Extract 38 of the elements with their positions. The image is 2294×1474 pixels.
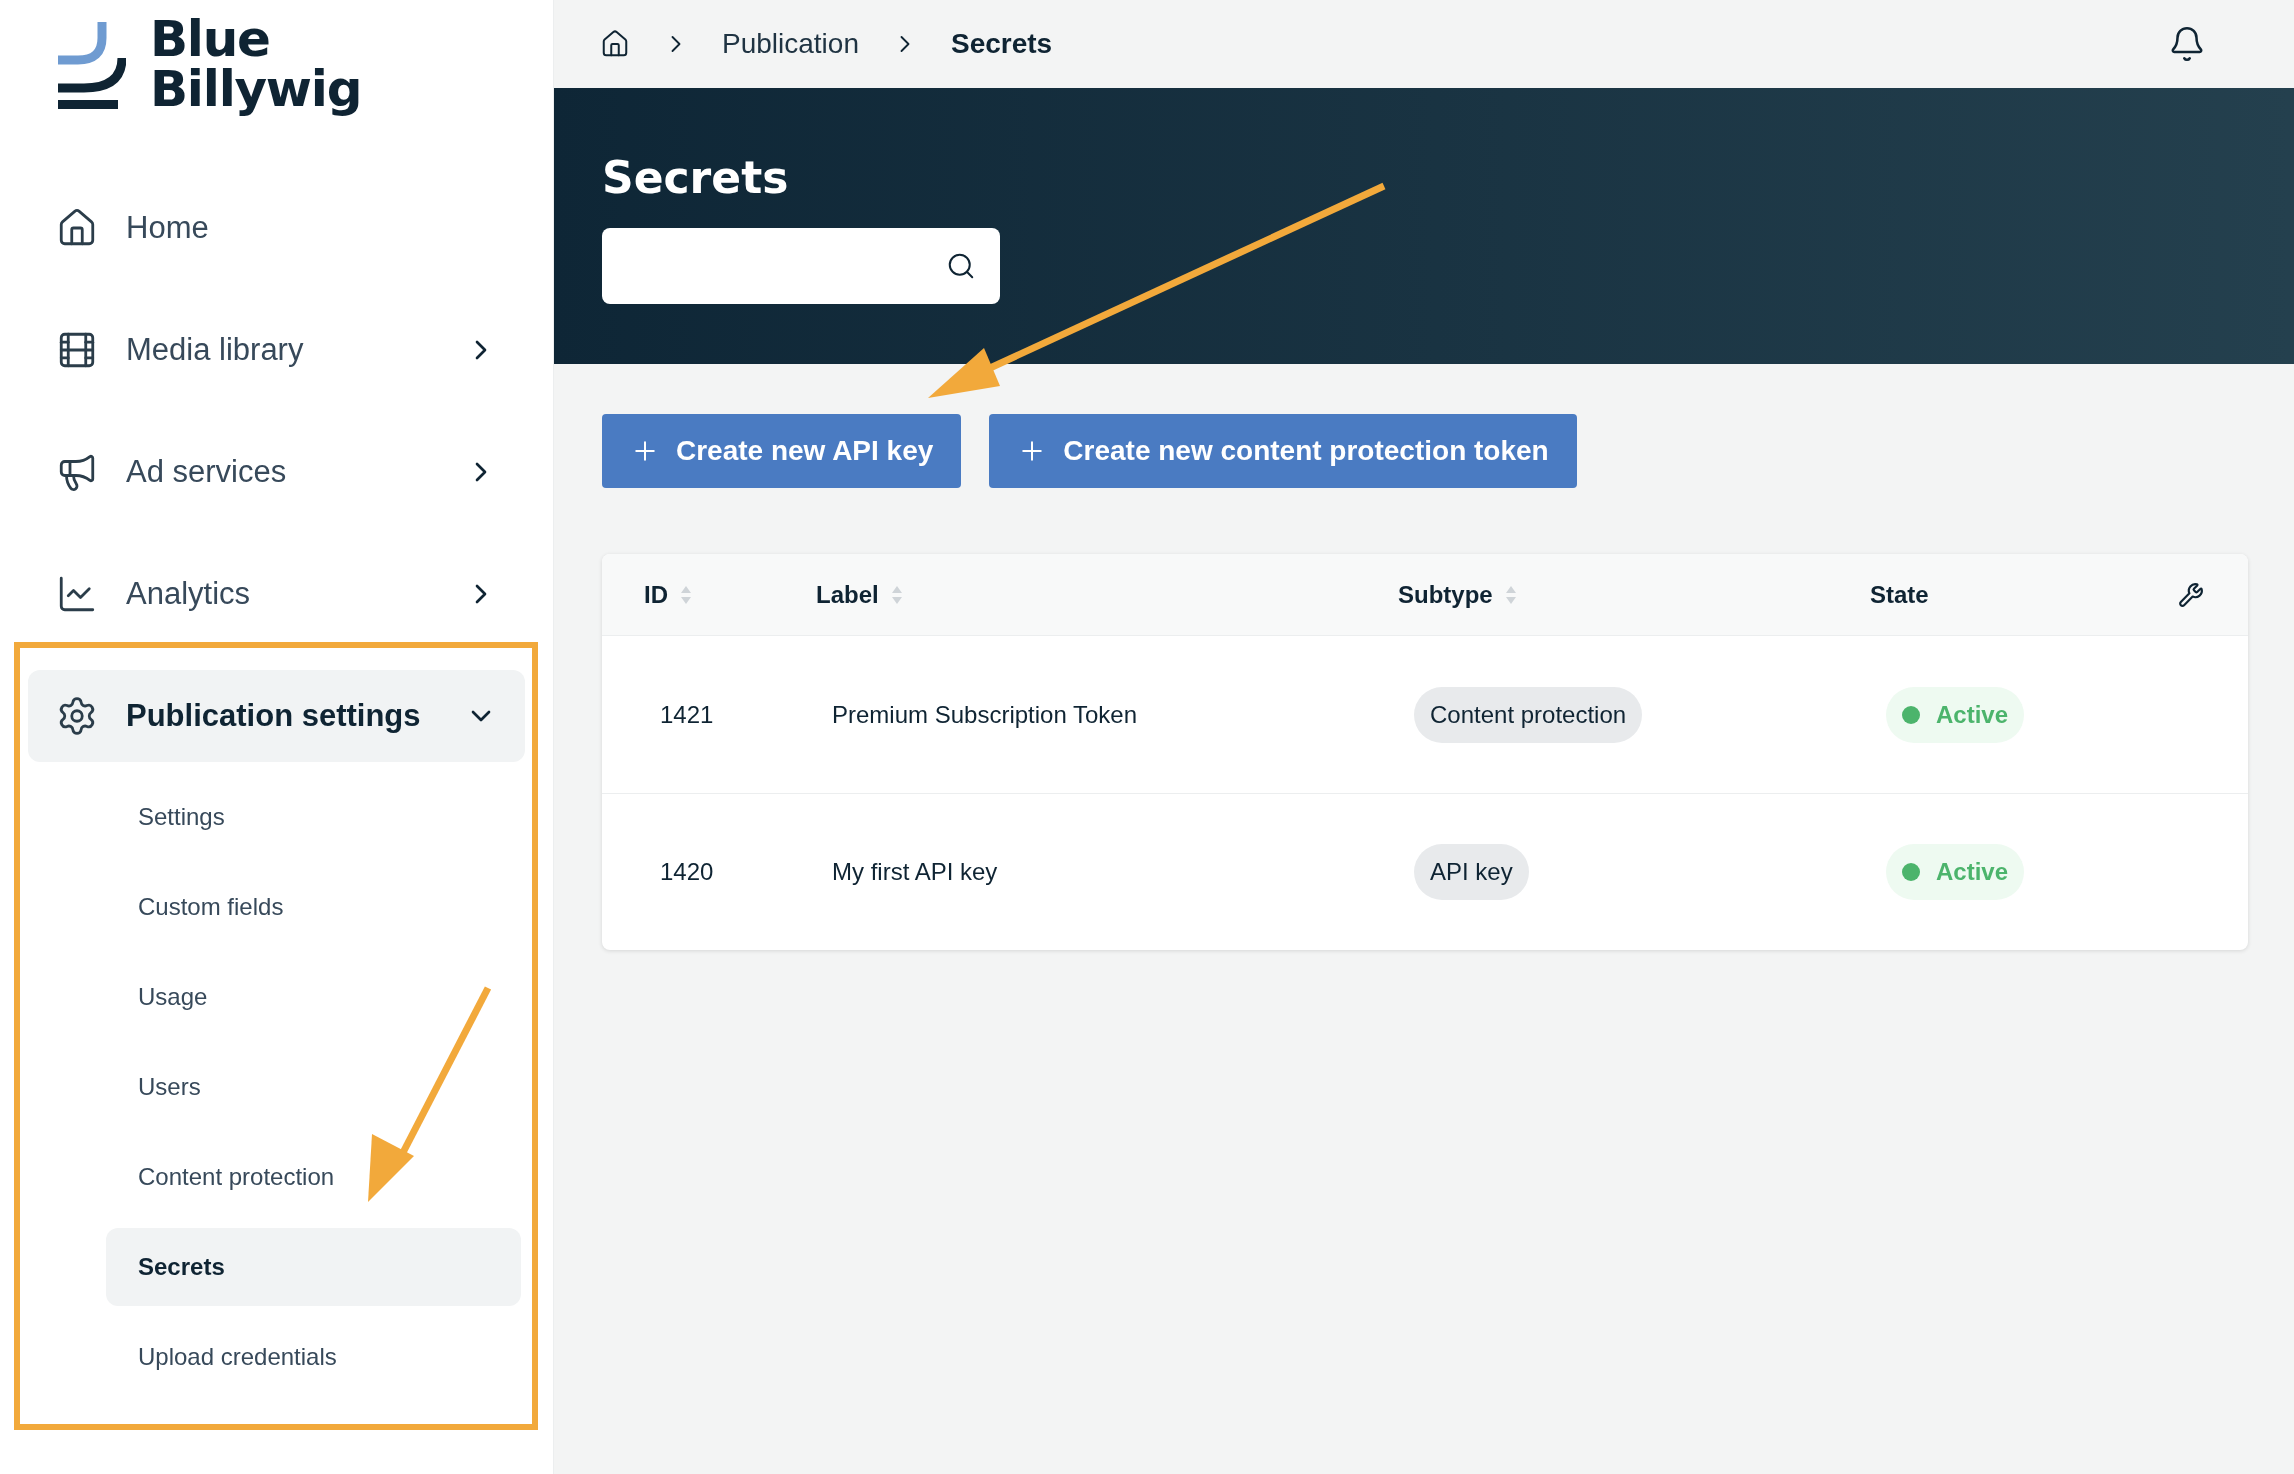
column-header: State — [1870, 579, 1929, 610]
sort-icon — [680, 584, 692, 605]
nav-item[interactable]: Analytics — [28, 548, 525, 640]
nav-item[interactable]: Publication settings — [28, 670, 525, 762]
create-button[interactable]: Create new API key — [602, 414, 962, 488]
table-cell-text: My first API key — [832, 857, 999, 887]
logo-icon — [56, 20, 126, 112]
breadcrumb-link[interactable]: Publication — [722, 23, 859, 65]
nav-item[interactable]: Media library — [28, 304, 525, 396]
wrench-icon[interactable] — [2178, 581, 2204, 608]
page-title: Secrets — [602, 151, 790, 205]
sort-icon — [1504, 584, 1517, 605]
submenu-item[interactable]: Settings — [106, 778, 521, 856]
submenu-item[interactable]: Custom fields — [106, 868, 521, 946]
subtype-tag: API key — [1414, 844, 1529, 900]
home-icon[interactable] — [600, 29, 630, 59]
create-button[interactable]: Create new content protection token — [989, 414, 1577, 488]
submenu-item[interactable]: Upload credentials — [106, 1318, 521, 1396]
column-header[interactable]: Subtype — [1398, 576, 1517, 613]
nav-item[interactable]: Ad services — [28, 426, 525, 518]
nav-item[interactable]: Home — [28, 182, 525, 274]
submenu-item[interactable]: Usage — [106, 958, 521, 1036]
table-cell-text: Premium Subscription Token — [832, 699, 1139, 730]
logo-text: Blue Billywig — [150, 14, 362, 114]
status-badge: Active — [1886, 686, 2025, 743]
submenu-item[interactable]: Secrets — [106, 1228, 521, 1306]
column-header[interactable]: ID — [644, 576, 692, 613]
column-header[interactable]: Label — [816, 576, 903, 613]
search-icon — [946, 251, 976, 281]
status-badge: Active — [1886, 844, 2025, 900]
breadcrumb-link[interactable]: Secrets — [951, 23, 1053, 65]
sort-icon — [890, 584, 903, 605]
submenu-item[interactable]: Content protection — [106, 1138, 521, 1216]
submenu-item[interactable]: Users — [106, 1048, 521, 1126]
subtype-tag: Content protection — [1414, 686, 1643, 743]
table-cell-text: 1421 — [660, 699, 715, 730]
table-cell-text: 1420 — [660, 857, 715, 887]
search-field[interactable] — [602, 228, 1000, 304]
